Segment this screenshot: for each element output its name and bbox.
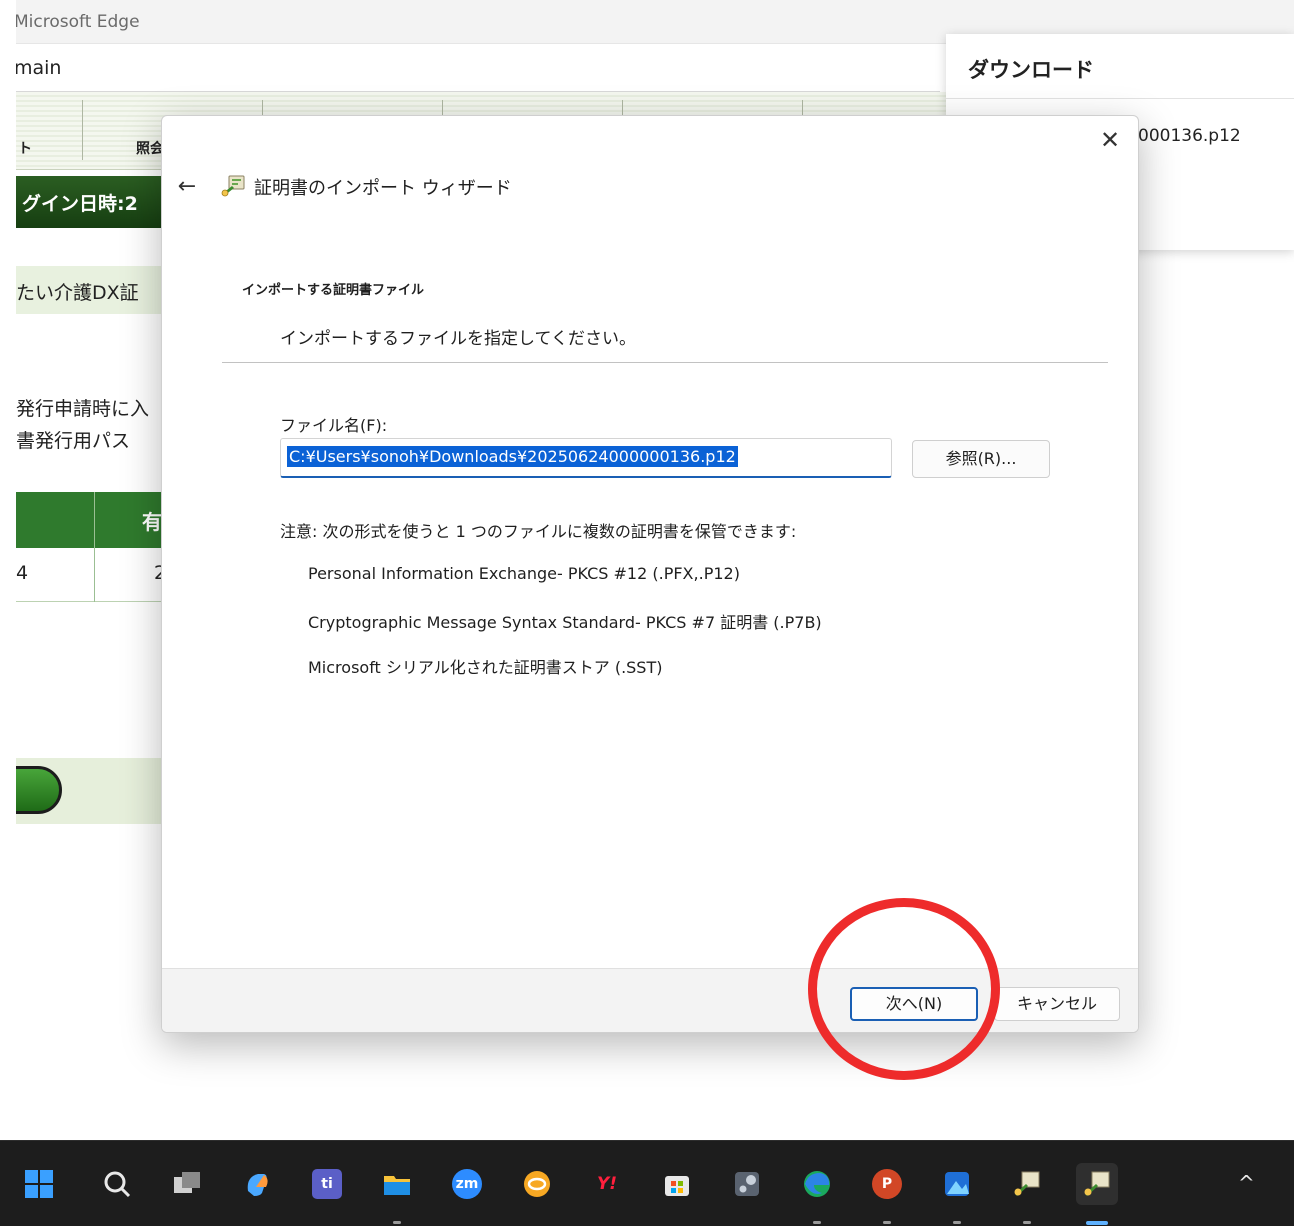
start-icon[interactable]	[18, 1163, 60, 1205]
photos-icon[interactable]	[936, 1163, 978, 1205]
settings-icon[interactable]	[726, 1163, 768, 1205]
table-cell-1: 4	[16, 562, 29, 584]
taskbar-running-indicator	[883, 1221, 891, 1224]
file-name-label: ファイル名(F):	[280, 416, 388, 435]
browser-title: Microsoft Edge	[14, 12, 140, 32]
certificate-import-wizard-dialog: ✕ ← 証明書のインポート ウィザード インポートする証明書ファイル インポート…	[161, 115, 1139, 1033]
file-name-input[interactable]: C:¥Users¥sonoh¥Downloads¥202506240000001…	[280, 438, 892, 478]
task-view-icon[interactable]	[166, 1163, 208, 1205]
format-item: Personal Information Exchange- PKCS #12 …	[308, 564, 740, 583]
divider	[222, 362, 1108, 363]
download-item-filename[interactable]: 000136.p12	[1138, 126, 1241, 146]
next-button[interactable]: 次へ(N)	[850, 987, 978, 1021]
taskbar: ti zm Y! P ^	[0, 1140, 1294, 1226]
section-title: インポートする証明書ファイル	[242, 283, 425, 298]
copilot-icon[interactable]	[236, 1163, 278, 1205]
section-description: インポートするファイルを指定してください。	[280, 329, 636, 349]
table-header-cell-2: 有	[142, 510, 162, 534]
file-explorer-icon[interactable]	[376, 1163, 418, 1205]
teams-icon[interactable]: ti	[306, 1163, 348, 1205]
section-header: たい介護DX証	[0, 266, 172, 314]
browser-address-bar[interactable]: main	[0, 44, 940, 92]
zoom-icon[interactable]: zm	[446, 1163, 488, 1205]
powerpoint-icon[interactable]: P	[866, 1163, 908, 1205]
login-text: グイン日時:2	[22, 193, 138, 215]
format-item: Cryptographic Message Syntax Standard- P…	[308, 613, 822, 632]
toolbar-label-2[interactable]: 照会	[136, 138, 164, 158]
login-info-bar: グイン日時:2	[0, 176, 172, 228]
table-divider	[94, 492, 95, 602]
cancel-button[interactable]: キャンセル	[994, 987, 1120, 1021]
edge-icon[interactable]	[796, 1163, 838, 1205]
format-item: Microsoft シリアル化された証明書ストア (.SST)	[308, 658, 663, 677]
left-edge	[0, 0, 16, 1140]
address-text: main	[14, 57, 62, 79]
table-header: 有	[0, 492, 172, 548]
downloads-title: ダウンロード	[968, 58, 1094, 82]
section-text: たい介護DX証	[16, 282, 139, 304]
file-name-value: C:¥Users¥sonoh¥Downloads¥202506240000001…	[287, 446, 738, 467]
tray-chevron-icon[interactable]: ^	[1238, 1171, 1255, 1195]
cert-wizard-active-icon[interactable]	[1076, 1163, 1118, 1205]
close-icon[interactable]: ✕	[1094, 124, 1126, 156]
taskbar-running-indicator	[393, 1221, 401, 1224]
certificate-wizard-icon	[221, 175, 245, 197]
downloads-divider	[946, 98, 1294, 99]
search-icon[interactable]	[96, 1163, 138, 1205]
browse-button[interactable]: 参照(R)...	[912, 440, 1050, 478]
format-note: 注意: 次の形式を使うと 1 つのファイルに複数の証明書を保管できます:	[280, 522, 797, 541]
table-row: 4 2	[0, 548, 172, 602]
yahoo-icon[interactable]: Y!	[586, 1163, 628, 1205]
taskbar-running-indicator	[953, 1221, 961, 1224]
taskbar-active-indicator	[1086, 1221, 1108, 1225]
back-arrow-icon[interactable]: ←	[172, 172, 202, 202]
body-line-1: 発行申請時に入	[16, 398, 150, 420]
dialog-footer: 次へ(N) キャンセル	[162, 968, 1138, 1032]
cert-wizard-icon[interactable]	[1006, 1163, 1048, 1205]
body-line-2: 書発行用パス	[16, 430, 131, 452]
wizard-title: 証明書のインポート ウィザード	[254, 178, 512, 199]
toolbar-label-1[interactable]: ト	[18, 138, 32, 158]
mail-icon[interactable]	[516, 1163, 558, 1205]
taskbar-running-indicator	[1023, 1221, 1031, 1224]
taskbar-running-indicator	[813, 1221, 821, 1224]
store-icon[interactable]	[656, 1163, 698, 1205]
